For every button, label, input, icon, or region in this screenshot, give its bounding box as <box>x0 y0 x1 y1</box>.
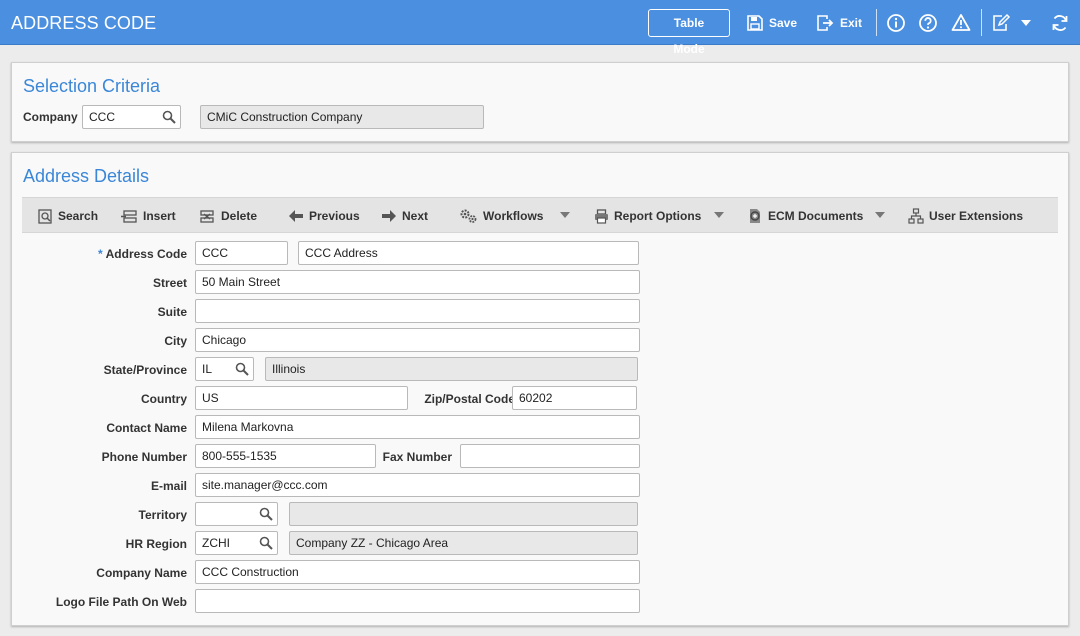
territory-field[interactable] <box>195 502 278 526</box>
territory-label: Territory <box>138 508 187 522</box>
street-label: Street <box>152 276 187 290</box>
table-mode-button[interactable]: Table Mode <box>648 9 730 56</box>
zip-postal-code-label: Zip/Postal Code <box>424 392 515 406</box>
arrow-left-icon <box>289 210 303 222</box>
search-icon[interactable] <box>235 362 249 376</box>
search-icon[interactable] <box>162 110 176 124</box>
info-icon[interactable] <box>886 13 906 33</box>
company-label: Company <box>23 110 78 124</box>
delete-icon <box>200 209 214 223</box>
workflows-dropdown-chevron-down-icon[interactable] <box>560 212 570 218</box>
street-field[interactable]: 50 Main Street <box>195 270 640 294</box>
suite-label: Suite <box>157 305 187 319</box>
suite-field[interactable] <box>195 299 640 323</box>
search-button[interactable]: Search <box>38 208 98 224</box>
state-name-field: Illinois <box>265 357 638 381</box>
required-marker: * <box>97 247 103 261</box>
contact-name-field[interactable]: Milena Markovna <box>195 415 640 439</box>
ecm-documents-label: ECM Documents <box>768 209 864 223</box>
workflows-button[interactable]: Workflows <box>459 208 543 224</box>
next-button[interactable]: Next <box>381 208 428 224</box>
search-icon[interactable] <box>259 536 273 550</box>
search-icon[interactable] <box>259 507 273 521</box>
edit-icon[interactable] <box>991 13 1011 33</box>
refresh-icon[interactable] <box>1050 13 1070 33</box>
fax-number-label: Fax Number <box>382 450 452 464</box>
hr-region-value: ZCHI <box>202 536 230 550</box>
email-field[interactable]: site.manager@ccc.com <box>195 473 640 497</box>
company-field[interactable]: CCC <box>82 105 181 129</box>
previous-button[interactable]: Previous <box>288 208 360 224</box>
address-code-label: * Address Code <box>98 247 187 261</box>
app-header: ADDRESS CODE Table Mode Save Exit <box>0 0 1080 56</box>
address-name-field[interactable]: CCC Address <box>298 241 639 265</box>
report-options-dropdown-chevron-down-icon[interactable] <box>714 212 724 218</box>
address-details-panel: Address Details Search Insert Delete Pre… <box>11 152 1069 626</box>
selection-criteria-panel: Selection Criteria Company CCC CMiC Cons… <box>11 62 1069 142</box>
workflows-label: Workflows <box>483 209 544 223</box>
state-value: IL <box>202 362 213 376</box>
email-label: E-mail <box>150 479 187 493</box>
warning-icon[interactable] <box>951 13 971 33</box>
arrow-right-icon <box>382 210 396 222</box>
state-field[interactable]: IL <box>195 357 254 381</box>
printer-icon <box>595 208 608 224</box>
selection-criteria-title: Selection Criteria <box>23 76 161 96</box>
search-label: Search <box>58 209 99 223</box>
hr-region-name-field: Company ZZ - Chicago Area <box>289 531 638 555</box>
save-icon <box>747 15 763 31</box>
company-name-label: Company Name <box>96 566 187 580</box>
logo-file-path-label: Logo File Path On Web <box>55 595 187 609</box>
app-title: ADDRESS CODE <box>11 13 157 33</box>
fax-number-field[interactable] <box>460 444 640 468</box>
insert-icon <box>121 209 137 223</box>
user-extensions-label: User Extensions <box>929 209 1024 223</box>
report-options-button[interactable]: Report Options <box>594 208 701 224</box>
contact-name-label: Contact Name <box>106 421 187 435</box>
report-options-label: Report Options <box>614 209 702 223</box>
company-name-field: CMiC Construction Company <box>200 105 484 129</box>
company-value: CCC <box>89 110 115 124</box>
ecm-documents-icon <box>750 209 760 223</box>
address-details-toolbar: Search Insert Delete Previous Next Workf… <box>22 197 1058 233</box>
country-label: Country <box>141 392 187 406</box>
state-province-label: State/Province <box>103 363 187 377</box>
delete-button[interactable]: Delete <box>199 208 257 224</box>
country-field[interactable]: US <box>195 386 408 410</box>
ecm-documents-button[interactable]: ECM Documents <box>747 208 863 224</box>
insert-label: Insert <box>143 209 176 223</box>
user-extensions-button[interactable]: User Extensions <box>908 208 1023 224</box>
address-code-label-text: Address Code <box>105 247 187 261</box>
territory-name-field <box>289 502 638 526</box>
hierarchy-icon <box>908 208 924 224</box>
insert-button[interactable]: Insert <box>121 208 176 224</box>
delete-label: Delete <box>221 209 258 223</box>
zip-postal-code-field[interactable]: 60202 <box>512 386 637 410</box>
hr-region-label: HR Region <box>125 537 187 551</box>
city-field[interactable]: Chicago <box>195 328 640 352</box>
address-details-title: Address Details <box>23 166 150 186</box>
city-label: City <box>164 334 187 348</box>
help-icon[interactable] <box>918 13 938 33</box>
next-label: Next <box>402 209 429 223</box>
exit-button[interactable]: Exit <box>817 13 862 33</box>
gears-icon <box>460 209 477 223</box>
hr-region-field[interactable]: ZCHI <box>195 531 278 555</box>
toolbar-divider <box>876 9 877 36</box>
save-label: Save <box>769 16 798 30</box>
phone-number-label: Phone Number <box>101 450 187 464</box>
search-record-icon <box>38 208 52 224</box>
ecm-documents-dropdown-chevron-down-icon[interactable] <box>875 212 885 218</box>
exit-icon <box>817 15 834 31</box>
chevron-down-icon[interactable] <box>1019 16 1033 30</box>
phone-number-field[interactable]: 800-555-1535 <box>195 444 376 468</box>
save-button[interactable]: Save <box>747 13 797 33</box>
previous-label: Previous <box>309 209 360 223</box>
toolbar-divider <box>981 9 982 36</box>
logo-file-path-field[interactable] <box>195 589 640 613</box>
exit-label: Exit <box>840 16 863 30</box>
company-name-input[interactable]: CCC Construction <box>195 560 640 584</box>
address-code-field[interactable]: CCC <box>195 241 288 265</box>
